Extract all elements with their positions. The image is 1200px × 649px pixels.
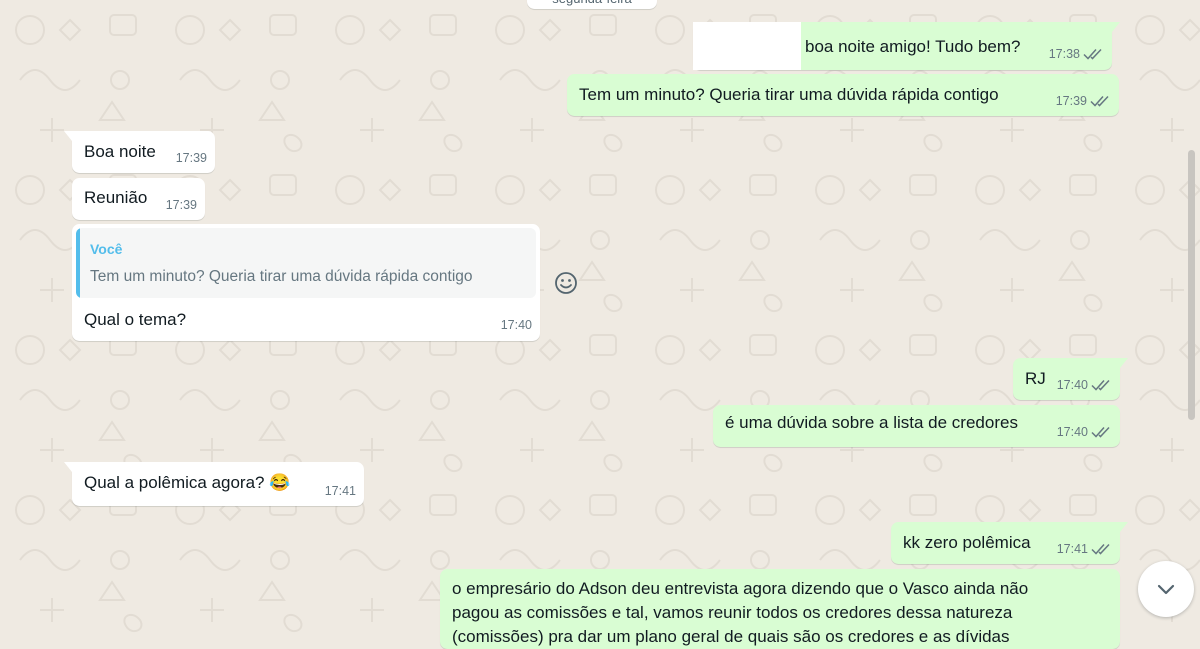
chat-scrollbar[interactable] bbox=[1188, 150, 1195, 420]
laughing-emoji: 😂 bbox=[269, 473, 291, 492]
message-text: o empresário do Adson deu entrevista ago… bbox=[452, 577, 1028, 649]
incoming-reply-message[interactable]: Você Tem um minuto? Queria tirar uma dúv… bbox=[72, 224, 540, 341]
message-time: 17:38 bbox=[1048, 47, 1080, 61]
message-meta: 17:40 bbox=[501, 314, 532, 336]
double-check-icon bbox=[1091, 426, 1110, 438]
incoming-message[interactable]: Boa noite 17:39 bbox=[64, 131, 215, 173]
message-meta: 17:40 bbox=[1057, 374, 1112, 396]
message-time: 17:39 bbox=[175, 151, 207, 165]
chat-messages: segunda-feira boa noite amigo! Tudo bem?… bbox=[0, 0, 1200, 649]
date-divider: segunda-feira bbox=[527, 0, 657, 9]
quote-author: Você bbox=[90, 241, 123, 257]
message-time: 17:40 bbox=[1056, 425, 1088, 439]
message-line: (comissões) pra dar um plano geral de qu… bbox=[452, 627, 1010, 646]
message-text-body: Qual a polêmica agora? bbox=[84, 473, 265, 492]
message-meta: 17:39 bbox=[176, 147, 207, 169]
message-text: kk zero polêmica bbox=[903, 533, 1031, 552]
outgoing-message[interactable]: o empresário do Adson deu entrevista ago… bbox=[440, 569, 1120, 649]
message-meta: 17:41 bbox=[1057, 538, 1112, 560]
message-text: é uma dúvida sobre a lista de credores bbox=[725, 413, 1018, 432]
message-line: pagou as comissões e tal, vamos reunir t… bbox=[452, 603, 1013, 622]
incoming-message[interactable]: Qual a polêmica agora? 😂 17:41 bbox=[64, 462, 364, 506]
double-check-icon bbox=[1083, 48, 1102, 60]
outgoing-message[interactable]: é uma dúvida sobre a lista de credores 1… bbox=[713, 405, 1120, 447]
message-time: 17:40 bbox=[1056, 378, 1088, 392]
scroll-to-bottom-button[interactable] bbox=[1138, 561, 1194, 617]
message-time: 17:41 bbox=[1056, 542, 1088, 556]
message-meta: 17:39 bbox=[166, 194, 197, 216]
redacted-area bbox=[693, 22, 801, 70]
quote-text: Tem um minuto? Queria tirar uma dúvida r… bbox=[90, 268, 473, 285]
message-text: Tem um minuto? Queria tirar uma dúvida r… bbox=[579, 85, 999, 104]
message-text: boa noite amigo! Tudo bem? bbox=[805, 37, 1021, 56]
quote-accent-bar bbox=[76, 228, 80, 298]
message-text: Boa noite bbox=[84, 142, 156, 161]
outgoing-message[interactable]: Tem um minuto? Queria tirar uma dúvida r… bbox=[567, 74, 1119, 116]
double-check-icon bbox=[1090, 95, 1109, 107]
quoted-message[interactable]: Você Tem um minuto? Queria tirar uma dúv… bbox=[76, 228, 536, 298]
message-time: 17:41 bbox=[324, 484, 356, 498]
message-meta: 17:39 bbox=[1056, 90, 1111, 112]
outgoing-message[interactable]: RJ 17:40 bbox=[1013, 358, 1128, 400]
smiley-icon[interactable] bbox=[553, 270, 579, 296]
message-time: 17:39 bbox=[1055, 94, 1087, 108]
message-time: 17:40 bbox=[500, 318, 532, 332]
message-text: Qual a polêmica agora? 😂 bbox=[84, 472, 290, 494]
incoming-message[interactable]: Reunião 17:39 bbox=[72, 178, 205, 220]
message-text: Reunião bbox=[84, 188, 148, 207]
message-line: o empresário do Adson deu entrevista ago… bbox=[452, 579, 1029, 598]
chevron-down-icon bbox=[1157, 584, 1175, 595]
message-text: Qual o tema? bbox=[84, 310, 187, 329]
message-meta: 17:38 bbox=[1049, 43, 1104, 65]
message-meta: 17:40 bbox=[1057, 421, 1112, 443]
outgoing-message[interactable]: kk zero polêmica 17:41 bbox=[891, 522, 1128, 564]
outgoing-message[interactable]: boa noite amigo! Tudo bem? 17:38 bbox=[693, 22, 1120, 70]
message-time: 17:39 bbox=[165, 198, 197, 212]
message-meta: 17:41 bbox=[325, 480, 356, 502]
message-text: RJ bbox=[1025, 369, 1046, 388]
double-check-icon bbox=[1091, 543, 1110, 555]
double-check-icon bbox=[1091, 379, 1110, 391]
